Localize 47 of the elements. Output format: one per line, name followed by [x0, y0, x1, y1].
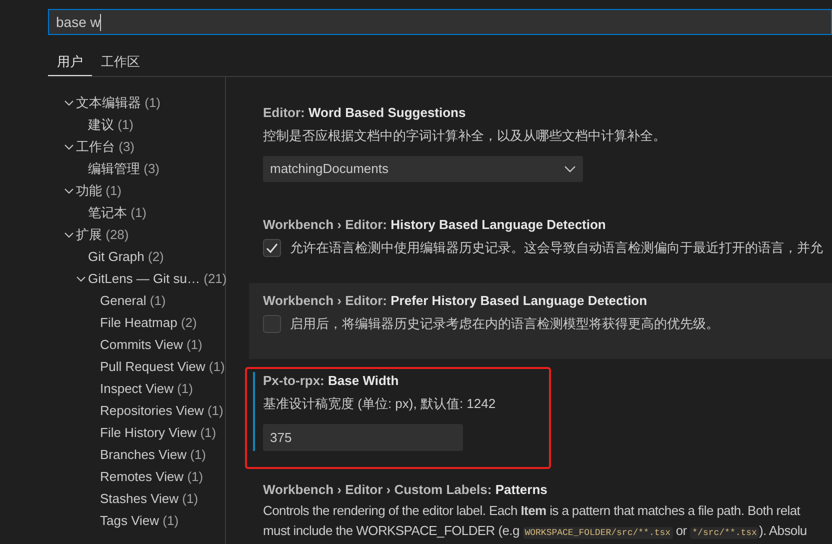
checkbox[interactable]	[263, 239, 281, 257]
tree-item[interactable]: GitLens — Git su… (21)	[88, 269, 227, 289]
tree-item[interactable]: General (1)	[100, 291, 166, 311]
code-snippet: WORKSPACE_FOLDER/src/**.tsx	[522, 527, 673, 539]
tree-item[interactable]: 编辑管理 (3)	[88, 159, 160, 179]
setting-title: Px-to-rpx: Base Width	[263, 372, 400, 390]
tree-item[interactable]: 文本编辑器 (1)	[76, 93, 161, 113]
number-input[interactable]: 375	[263, 424, 463, 451]
setting-title: Workbench › Editor: History Based Language Detection	[263, 216, 607, 234]
setting-description: 启用后，将编辑器历史记录考虑在内的语言检测模型将获得更高的优先级。	[290, 315, 719, 334]
setting-title: Editor: Word Based Suggestions	[263, 104, 467, 122]
setting-description: 允许在语言检测中使用编辑器历史记录。这会导致自动语言检测偏向于最近打开的语言，并允	[290, 239, 823, 258]
chevron-icon[interactable]	[64, 98, 74, 108]
tree-item[interactable]: Stashes View (1)	[100, 489, 198, 509]
tree-item[interactable]: Inspect View (1)	[100, 379, 193, 399]
tab[interactable]: 工作区	[92, 48, 149, 76]
tree-item[interactable]: Pull Request View (1)	[100, 357, 225, 377]
checkbox[interactable]	[263, 315, 281, 333]
tree-item[interactable]: Remotes View (1)	[100, 467, 204, 487]
tree-item[interactable]: Repositories View (1)	[100, 401, 224, 421]
tree-item[interactable]: 建议 (1)	[88, 115, 134, 135]
tree-item[interactable]: 功能 (1)	[76, 181, 122, 201]
tab[interactable]: 用户	[48, 48, 92, 76]
setting-title: Workbench › Editor › Custom Labels: Patterns	[263, 481, 548, 499]
tree-item[interactable]: File History View (1)	[100, 423, 216, 443]
chevron-icon[interactable]	[64, 186, 74, 196]
tree-item[interactable]: Git Graph (2)	[88, 247, 164, 267]
setting-title: Workbench › Editor: Prefer History Based Language Detection	[263, 292, 648, 310]
checkmark-icon	[265, 241, 279, 255]
code-snippet: */src/**.tsx	[690, 527, 759, 539]
chevron-down-icon	[564, 165, 576, 173]
setting-description: 控制是否应根据文档中的字词计算补全，以及从哪些文档中计算补全。	[263, 127, 667, 145]
tree-item[interactable]: 笔记本 (1)	[88, 203, 147, 223]
tree-item[interactable]: Tags View (1)	[100, 511, 179, 531]
tree-item[interactable]: 扩展 (28)	[76, 225, 129, 245]
tree-item[interactable]: Branches View (1)	[100, 445, 206, 465]
setting-description: must include the WORKSPACE_FOLDER (e.g WORKSPACE_FOLDER/src/**.tsx or */src/**.tsx). Absolu	[263, 522, 808, 541]
dropdown[interactable]: matchingDocuments	[263, 156, 583, 182]
setting-description: 基准设计稿宽度 (单位: px), 默认值: 1242	[263, 395, 497, 413]
chevron-icon[interactable]	[76, 274, 86, 284]
chevron-icon[interactable]	[64, 230, 74, 240]
tree-item[interactable]: Commits View (1)	[100, 335, 202, 355]
tree-item[interactable]: 工作台 (3)	[76, 137, 135, 157]
setting-description: Controls the rendering of the editor label. Each Item is a pattern that matches a file path. Both relat	[263, 502, 802, 520]
chevron-icon[interactable]	[64, 142, 74, 152]
search-field[interactable]: base w	[48, 9, 832, 35]
tree-item[interactable]: File Heatmap (2)	[100, 313, 197, 333]
